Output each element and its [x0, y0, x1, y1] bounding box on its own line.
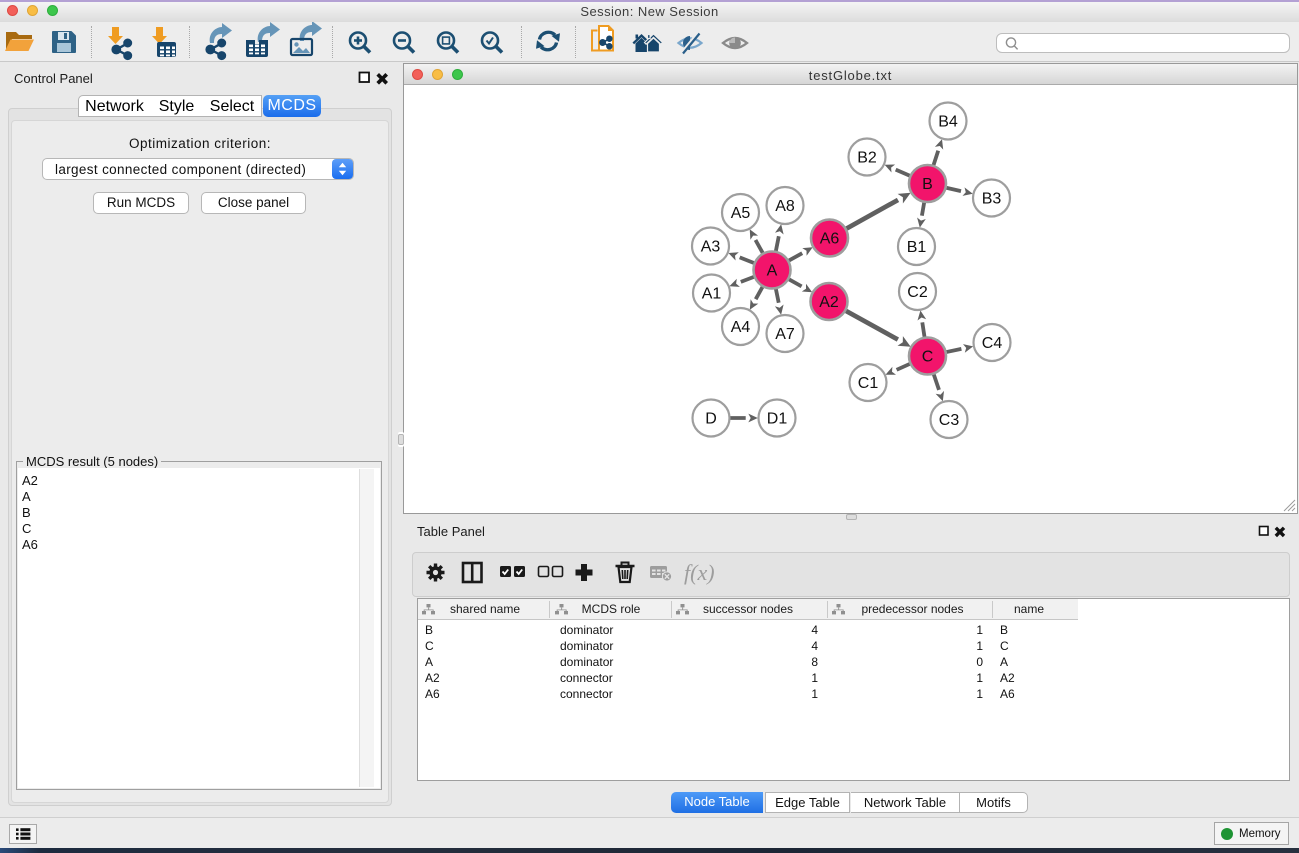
svg-text:D: D — [705, 411, 717, 428]
svg-text:B2: B2 — [857, 150, 877, 167]
svg-text:B1: B1 — [907, 239, 927, 256]
svg-text:A6: A6 — [820, 231, 840, 248]
svg-text:A8: A8 — [775, 198, 795, 215]
svg-text:C1: C1 — [858, 375, 879, 392]
svg-text:B: B — [922, 176, 933, 193]
svg-text:A: A — [767, 263, 778, 280]
svg-text:C3: C3 — [939, 412, 960, 429]
svg-text:A1: A1 — [702, 286, 722, 303]
svg-text:D1: D1 — [767, 411, 788, 428]
svg-text:A2: A2 — [819, 294, 839, 311]
svg-text:A7: A7 — [775, 326, 795, 343]
svg-text:B3: B3 — [982, 191, 1002, 208]
svg-text:C4: C4 — [982, 335, 1003, 352]
svg-text:C: C — [922, 349, 934, 366]
svg-text:C2: C2 — [907, 284, 928, 301]
svg-text:f(x): f(x) — [684, 560, 715, 585]
svg-text:A5: A5 — [731, 205, 751, 222]
svg-text:B4: B4 — [938, 114, 958, 131]
svg-text:A3: A3 — [701, 239, 721, 256]
svg-text:A4: A4 — [731, 319, 751, 336]
